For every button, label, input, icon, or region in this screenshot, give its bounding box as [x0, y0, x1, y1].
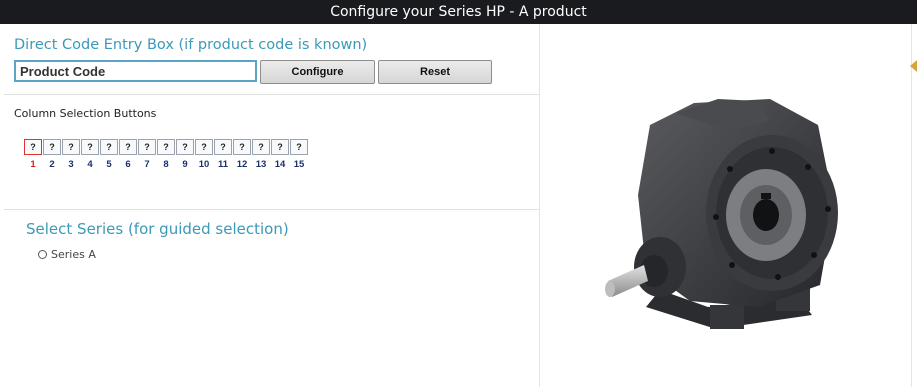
- column-button-8[interactable]: ?: [157, 139, 175, 155]
- column-number-9: 9: [182, 159, 188, 170]
- column-number-5: 5: [106, 159, 112, 170]
- configuration-panel: Direct Code Entry Box (if product code i…: [4, 24, 540, 387]
- series-a-label: Series A: [51, 248, 96, 261]
- column-button-11[interactable]: ?: [214, 139, 232, 155]
- column-button-12[interactable]: ?: [233, 139, 251, 155]
- window-title: Configure your Series HP - A product: [0, 0, 917, 24]
- column-button-6[interactable]: ?: [119, 139, 137, 155]
- column-button-5[interactable]: ?: [100, 139, 118, 155]
- section-divider: [4, 94, 540, 95]
- column-button-13[interactable]: ?: [252, 139, 270, 155]
- column-number-11: 11: [217, 159, 229, 170]
- column-button-3[interactable]: ?: [62, 139, 80, 155]
- column-button-7[interactable]: ?: [138, 139, 156, 155]
- column-number-15: 15: [293, 159, 305, 170]
- column-selection-heading: Column Selection Buttons: [14, 107, 157, 120]
- section-divider: [4, 209, 540, 210]
- column-number-8: 8: [163, 159, 169, 170]
- column-number-1: 1: [30, 159, 36, 170]
- series-a-radio[interactable]: [38, 250, 47, 259]
- gearbox-product-image: [605, 99, 838, 329]
- column-number-14: 14: [274, 159, 286, 170]
- configure-button[interactable]: Configure: [260, 60, 375, 84]
- column-button-10[interactable]: ?: [195, 139, 213, 155]
- column-number-6: 6: [125, 159, 131, 170]
- column-number-7: 7: [144, 159, 150, 170]
- column-number-2: 2: [49, 159, 55, 170]
- reset-button[interactable]: Reset: [378, 60, 492, 84]
- column-number-4: 4: [87, 159, 93, 170]
- product-code-input[interactable]: [14, 60, 257, 82]
- column-number-10: 10: [198, 159, 210, 170]
- direct-entry-heading: Direct Code Entry Box (if product code i…: [14, 37, 368, 53]
- column-number-13: 13: [255, 159, 267, 170]
- select-series-heading: Select Series (for guided selection): [26, 220, 289, 238]
- column-button-15[interactable]: ?: [290, 139, 308, 155]
- column-button-9[interactable]: ?: [176, 139, 194, 155]
- column-number-3: 3: [68, 159, 74, 170]
- column-button-14[interactable]: ?: [271, 139, 289, 155]
- column-button-4[interactable]: ?: [81, 139, 99, 155]
- column-number-12: 12: [236, 159, 248, 170]
- series-option[interactable]: Series A: [38, 248, 96, 261]
- column-button-1[interactable]: ?: [24, 139, 42, 155]
- column-button-2[interactable]: ?: [43, 139, 61, 155]
- side-marker-icon: [910, 60, 917, 72]
